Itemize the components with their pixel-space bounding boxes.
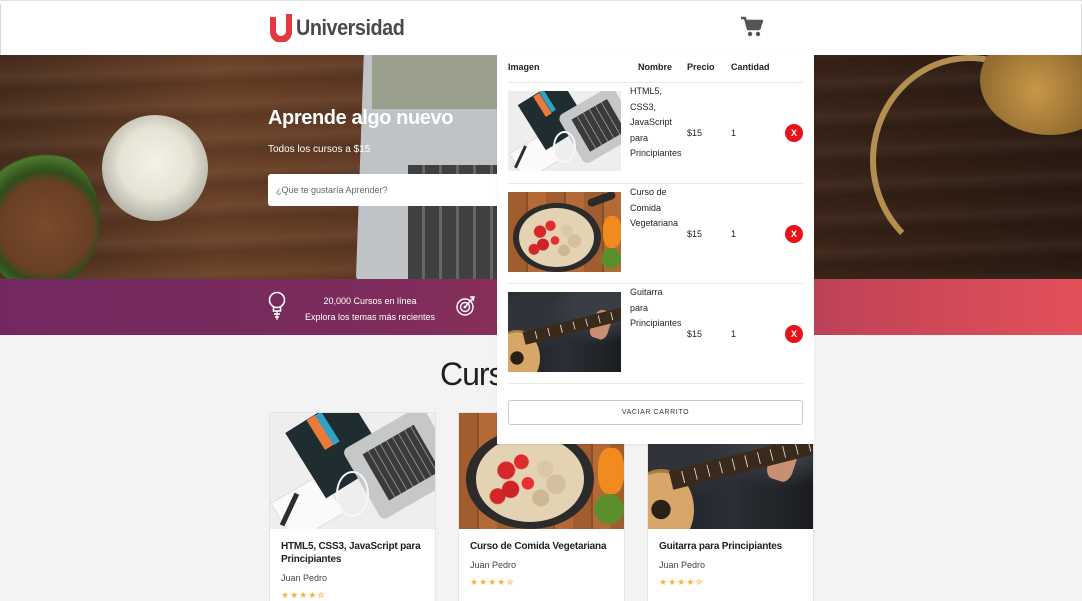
cart-item-price: $15 <box>687 329 703 339</box>
course-title: Guitarra para Principiantes <box>659 541 782 552</box>
remove-item-button[interactable]: X <box>785 124 803 142</box>
course-rating: ★★★★✮ <box>659 577 704 587</box>
html-course-thumbnail <box>270 413 435 529</box>
remove-item-button[interactable]: X <box>785 225 803 243</box>
cart-item-quantity: 1 <box>731 128 737 138</box>
cart-row: Curso de Comida Vegetariana $15 1 X <box>508 183 803 284</box>
cart-dropdown: Imagen Nombre Precio Cantidad HTML5, CSS… <box>497 55 814 444</box>
cart-row: HTML5, CSS3, JavaScript para Principiant… <box>508 82 803 183</box>
cart-item-image <box>508 292 621 372</box>
cart-row: Guitarra para Principiantes $15 1 X <box>508 283 803 384</box>
course-author: Juan Pedro <box>281 573 328 583</box>
lightbulb-icon <box>268 291 286 320</box>
course-author: Juan Pedro <box>470 560 517 570</box>
cart-item-quantity: 1 <box>731 229 737 239</box>
course-title: HTML5, CSS3, JavaScript para Principiant… <box>281 541 421 565</box>
logo-mark-icon <box>270 14 292 42</box>
cart-item-quantity: 1 <box>731 329 737 339</box>
cart-item-image <box>508 91 621 171</box>
logo[interactable]: Universidad <box>269 14 416 42</box>
cart-item-name: Guitarra para Principiantes <box>630 287 682 328</box>
course-card[interactable]: HTML5, CSS3, JavaScript para Principiant… <box>269 412 436 601</box>
hero-subtitle: Todos los cursos a $15 <box>268 144 371 155</box>
cart-header-price: Precio <box>687 62 715 72</box>
target-icon <box>456 296 475 316</box>
course-image[interactable] <box>270 413 435 529</box>
logo-text: Universidad <box>296 15 405 40</box>
promo-line-2: Explora los temas más recientes <box>304 312 436 322</box>
cart-item-name: HTML5, CSS3, JavaScript para Principiant… <box>630 86 682 158</box>
cart-item-name: Curso de Comida Vegetariana <box>630 187 679 228</box>
cart-header-image: Imagen <box>508 62 540 72</box>
cart-item-image <box>508 192 621 272</box>
empty-cart-button[interactable]: VACIAR CARRITO <box>508 400 803 425</box>
cart-header-quantity: Cantidad <box>731 62 770 72</box>
hero-candle-image <box>102 115 208 221</box>
search-input[interactable] <box>268 174 508 206</box>
promo-line-1: 20,000 Cursos en línea <box>323 296 417 306</box>
cart-item-price: $15 <box>687 229 703 239</box>
cart-header-name: Nombre <box>638 62 673 72</box>
hero-title: Aprende algo nuevo <box>268 107 454 129</box>
hero-laptop-screen <box>372 55 502 109</box>
remove-item-button[interactable]: X <box>785 325 803 343</box>
cart-divider <box>508 383 803 384</box>
course-author: Juan Pedro <box>659 560 706 570</box>
site-header: Universidad <box>0 4 1082 55</box>
cart-button[interactable] <box>740 16 764 38</box>
course-rating: ★★★★✮ <box>470 577 515 587</box>
cart-icon <box>741 16 764 37</box>
course-rating: ★★★★✮ <box>281 590 326 600</box>
course-title: Curso de Comida Vegetariana <box>470 541 607 552</box>
promo-text: 20,000 Cursos en línea Explora los temas… <box>300 293 440 325</box>
cart-item-price: $15 <box>687 128 703 138</box>
